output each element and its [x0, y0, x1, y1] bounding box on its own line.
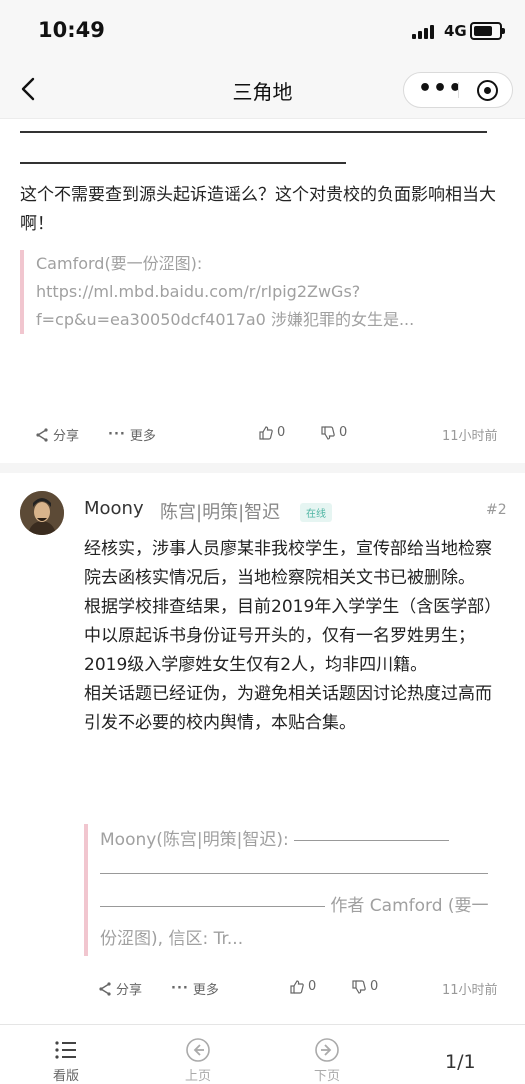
quote-head: Moony(陈宫|明策|智迟): — [100, 830, 295, 850]
dislike-count: 0 — [370, 979, 379, 994]
battery-icon — [470, 22, 505, 40]
post-actions: 分享 ··· 更多 0 0 11小时前 — [0, 425, 525, 445]
share-button[interactable]: 分享 — [35, 425, 79, 444]
separator-line — [20, 162, 346, 164]
post-divider — [0, 463, 525, 473]
status-time: 10:49 — [38, 18, 105, 42]
prev-arrow-icon — [186, 1038, 210, 1062]
separator-line — [20, 131, 487, 133]
like-count: 0 — [308, 979, 317, 994]
online-badge: 在线 — [300, 503, 332, 522]
more-label: 更多 — [129, 429, 156, 444]
ellipsis-icon: ··· — [108, 427, 126, 442]
author-name[interactable]: Moony — [84, 498, 144, 519]
nav-bar: 三角地 ••• — [0, 62, 525, 119]
quote-line — [100, 905, 325, 907]
quote-block: Moony(陈宫|明策|智迟): 作者 Camford (要一份涩图), 信区:… — [84, 824, 505, 956]
bottom-tab-bar: 看版 上页 下页 1/1 — [0, 1024, 525, 1084]
more-button[interactable]: ··· 更多 — [171, 979, 219, 998]
tab-board[interactable]: 看版 — [44, 1037, 88, 1084]
more-dots-icon[interactable]: ••• — [418, 77, 463, 101]
share-label: 分享 — [116, 983, 143, 998]
post-time: 11小时前 — [442, 983, 498, 998]
more-button[interactable]: ··· 更多 — [108, 425, 156, 444]
thumbs-up-icon — [290, 979, 304, 994]
thumbs-down-icon — [352, 979, 366, 994]
tab-prev-page[interactable]: 上页 — [176, 1037, 220, 1084]
share-button[interactable]: 分享 — [98, 979, 142, 998]
dislike-button[interactable]: 0 — [321, 425, 347, 440]
tab-prev-label: 上页 — [184, 1069, 211, 1084]
next-arrow-icon — [315, 1038, 339, 1062]
tab-next-page[interactable]: 下页 — [305, 1037, 349, 1084]
close-miniprogram-icon[interactable] — [477, 80, 498, 101]
share-icon — [99, 981, 111, 996]
like-button[interactable]: 0 — [290, 979, 316, 994]
reply-paragraph: 根据学校排查结果，目前2019年入学学生（含医学部）中以原起诉书身份证号开头的，… — [84, 597, 502, 675]
thumbs-down-icon — [321, 425, 335, 440]
network-type: 4G — [444, 22, 467, 40]
thumbs-up-icon — [259, 425, 273, 440]
capsule-divider — [458, 82, 459, 98]
like-button[interactable]: 0 — [259, 425, 285, 440]
reply-paragraph: 经核实，涉事人员廖某非我校学生，宣传部给当地检察院去函核实情况后，当地检察院相关… — [84, 539, 492, 588]
share-label: 分享 — [53, 429, 80, 444]
quote-line — [100, 873, 488, 874]
dislike-count: 0 — [339, 425, 348, 440]
post-body: 这个不需要查到源头起诉造谣么？这个对贵校的负面影响相当大啊！ — [20, 185, 496, 234]
status-bar: 10:49 4G — [0, 0, 525, 62]
mini-program-capsule: ••• — [403, 72, 513, 108]
dislike-button[interactable]: 0 — [352, 979, 378, 994]
quote-block: Camford(要一份涩图): https://ml.mbd.baidu.com… — [20, 250, 506, 334]
post-time: 11小时前 — [442, 429, 498, 444]
tab-next-label: 下页 — [313, 1069, 340, 1084]
more-label: 更多 — [192, 983, 219, 998]
reply-paragraph: 相关话题已经证伪，为避免相关话题因讨论热度过高而引发不必要的校内舆情，本贴合集。 — [84, 684, 492, 733]
floor-number: #2 — [486, 502, 507, 518]
page-indicator[interactable]: 1/1 — [445, 1051, 476, 1073]
author-groups: 陈宫|明策|智迟 — [160, 502, 281, 523]
share-icon — [36, 427, 48, 442]
list-icon — [55, 1041, 76, 1059]
like-count: 0 — [277, 425, 286, 440]
quote-line — [294, 839, 450, 841]
quote-tail: 作者 Camford (要一份涩图), 信区: Tr... — [100, 896, 489, 949]
signal-icon — [412, 25, 438, 39]
thread-content[interactable]: 这个不需要查到源头起诉造谣么？这个对贵校的负面影响相当大啊！ Camford(要… — [0, 119, 525, 1024]
avatar-portrait-icon — [20, 491, 64, 535]
avatar[interactable] — [20, 491, 64, 535]
tab-board-label: 看版 — [52, 1069, 79, 1084]
ellipsis-icon: ··· — [171, 981, 189, 996]
reply-actions: 分享 ··· 更多 0 0 11小时前 — [0, 979, 525, 999]
reply-body: 经核实，涉事人员廖某非我校学生，宣传部给当地检察院去函核实情况后，当地检察院相关… — [84, 535, 504, 738]
